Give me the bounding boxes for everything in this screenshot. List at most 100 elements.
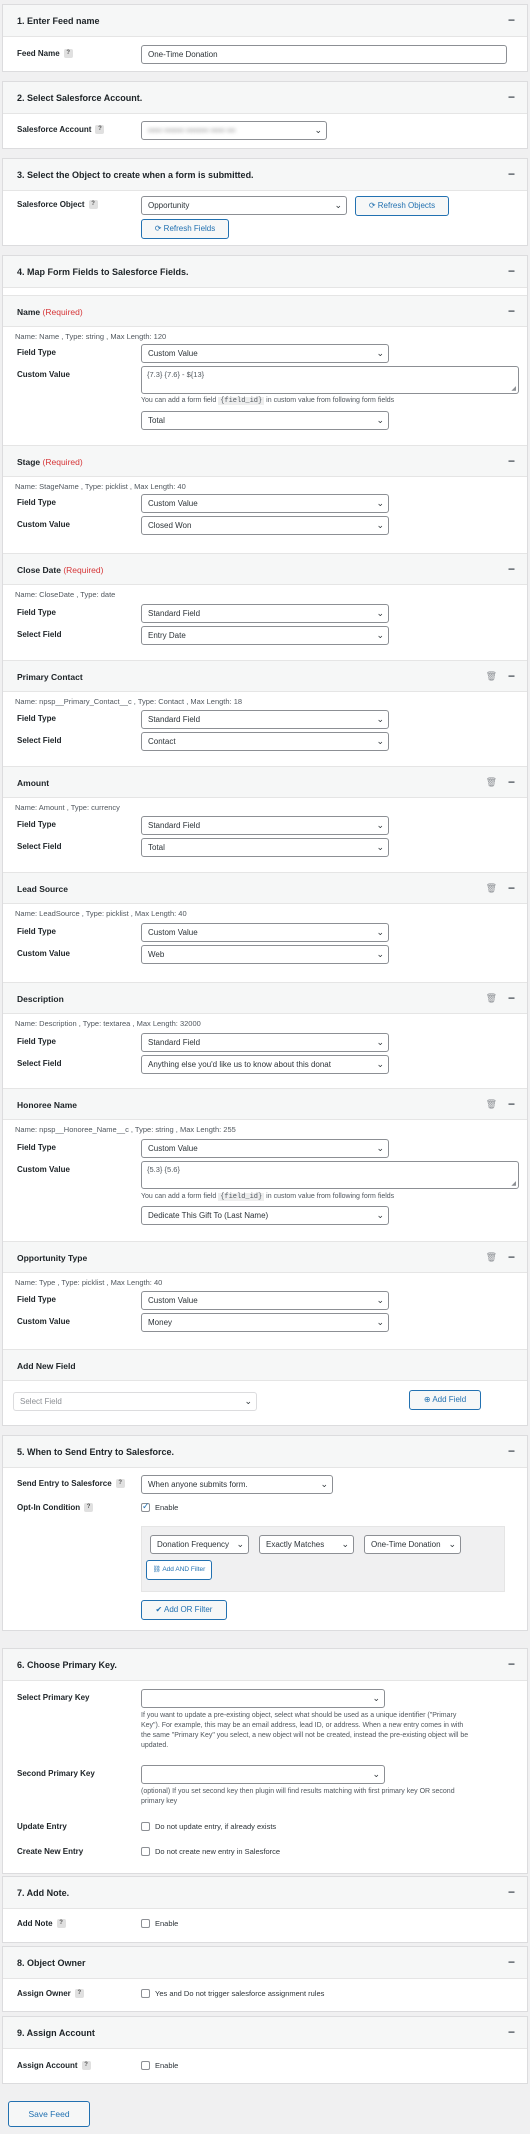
trash-icon[interactable]: 🗑 — [486, 1099, 497, 1110]
salesforce-object-label: Salesforce Object? — [17, 200, 98, 210]
help-icon[interactable]: ? — [74, 1989, 84, 1999]
field-type-select[interactable]: Custom Value ⌄ — [141, 344, 389, 363]
field-header-honoree-name[interactable]: Honoree Name 🗑 − — [3, 1088, 527, 1120]
section-header[interactable]: 5. When to Send Entry to Salesforce. − — [3, 1436, 527, 1468]
collapse-icon[interactable]: − — [508, 562, 515, 576]
section-header[interactable]: 6. Choose Primary Key. − — [3, 1649, 527, 1681]
section-header[interactable]: 7. Add Note. − — [3, 1877, 527, 1909]
collapse-icon[interactable]: − — [508, 775, 515, 789]
collapse-icon[interactable]: − — [508, 265, 515, 277]
collapse-icon[interactable]: − — [508, 1886, 515, 1898]
create-entry-checkbox[interactable] — [141, 1847, 150, 1856]
collapse-icon[interactable]: − — [508, 1658, 515, 1670]
trash-icon[interactable]: 🗑 — [486, 883, 497, 894]
field-header-lead-source[interactable]: Lead Source 🗑 − — [3, 872, 527, 904]
save-feed-button[interactable]: Save Feed — [8, 2101, 90, 2127]
collapse-icon[interactable]: − — [508, 91, 515, 103]
field-header-stage[interactable]: Stage (Required) − — [3, 445, 527, 477]
section-header[interactable]: 2. Select Salesforce Account. − — [3, 82, 527, 114]
update-entry-checkbox[interactable] — [141, 1822, 150, 1831]
custom-value-select[interactable]: Closed Won ⌄ — [141, 516, 389, 535]
help-icon[interactable]: ? — [63, 49, 73, 59]
section-header[interactable]: 1. Enter Feed name − — [3, 5, 527, 37]
field-type-select[interactable]: Custom Value ⌄ — [141, 923, 389, 942]
custom-value-textarea[interactable]: {7.3} {7.6} - ${13} ◢ — [141, 366, 519, 394]
assign-account-checkbox[interactable] — [141, 2061, 150, 2070]
field-type-select[interactable]: Custom Value ⌄ — [141, 494, 389, 513]
trash-icon[interactable]: 🗑 — [486, 777, 497, 788]
field-header-description[interactable]: Description 🗑 − — [3, 982, 527, 1014]
help-icon[interactable]: ? — [115, 1479, 125, 1489]
filter-field-select[interactable]: Donation Frequency ⌄ — [150, 1535, 249, 1554]
field-header-opportunity-type[interactable]: Opportunity Type 🗑 − — [3, 1241, 527, 1273]
primary-key-hint: If you want to update a pre-existing obj… — [141, 1712, 469, 1749]
refresh-fields-button[interactable]: ⟳ Refresh Fields — [141, 219, 229, 239]
optin-enable-checkbox[interactable] — [141, 1501, 150, 1512]
filter-operator-select[interactable]: Exactly Matches ⌄ — [259, 1535, 354, 1554]
field-type-select[interactable]: Standard Field ⌄ — [141, 710, 389, 729]
collapse-icon[interactable]: − — [508, 14, 515, 26]
standard-field-select[interactable]: Contact ⌄ — [141, 732, 389, 751]
form-field-select[interactable]: Total ⌄ — [141, 411, 389, 430]
custom-value-textarea[interactable]: {5.3} {5.6} ◢ — [141, 1161, 519, 1189]
collapse-icon[interactable]: − — [508, 1097, 515, 1111]
add-field-button[interactable]: ⊕ Add Field — [409, 1390, 481, 1410]
refresh-objects-button[interactable]: ⟳ Refresh Objects — [355, 196, 449, 216]
collapse-icon[interactable]: − — [508, 881, 515, 895]
help-icon[interactable]: ? — [88, 200, 98, 210]
send-entry-select[interactable]: When anyone submits form. ⌄ — [141, 1475, 333, 1494]
trash-icon[interactable]: 🗑 — [486, 671, 497, 682]
section-header[interactable]: 9. Assign Account − — [3, 2017, 527, 2049]
help-icon[interactable]: ? — [95, 125, 105, 135]
collapse-icon[interactable]: − — [508, 2026, 515, 2038]
new-field-select[interactable]: Select Field ⌄ — [13, 1392, 257, 1411]
field-header-primary-contact[interactable]: Primary Contact 🗑 − — [3, 660, 527, 692]
collapse-icon[interactable]: − — [508, 1956, 515, 1968]
field-type-select[interactable]: Custom Value ⌄ — [141, 1291, 389, 1310]
collapse-icon[interactable]: − — [508, 1250, 515, 1264]
field-type-label: Field Type — [17, 1295, 56, 1304]
section-header[interactable]: 4. Map Form Fields to Salesforce Fields.… — [3, 256, 527, 288]
collapse-icon[interactable]: − — [508, 454, 515, 468]
field-type-select[interactable]: Standard Field ⌄ — [141, 1033, 389, 1052]
collapse-icon[interactable]: − — [508, 304, 515, 318]
help-icon[interactable]: ? — [56, 1919, 66, 1929]
field-type-select[interactable]: Custom Value ⌄ — [141, 1139, 389, 1158]
help-icon[interactable]: ? — [84, 1503, 94, 1513]
custom-value-select[interactable]: Money ⌄ — [141, 1313, 389, 1332]
standard-field-select[interactable]: Entry Date ⌄ — [141, 626, 389, 645]
salesforce-object-select[interactable]: Opportunity ⌄ — [141, 196, 347, 215]
trash-icon[interactable]: 🗑 — [486, 1252, 497, 1263]
section-feed-name: 1. Enter Feed name − Feed Name? One-Time… — [2, 4, 528, 72]
add-or-filter-button[interactable]: ✔ Add OR Filter — [141, 1600, 227, 1620]
custom-value-select[interactable]: Web ⌄ — [141, 945, 389, 964]
field-header-close-date[interactable]: Close Date (Required) − — [3, 553, 527, 585]
field-header-amount[interactable]: Amount 🗑 − — [3, 766, 527, 798]
trash-icon[interactable]: 🗑 — [486, 993, 497, 1004]
link-icon: ⛓ — [152, 1566, 163, 1573]
section-header[interactable]: 3. Select the Object to create when a fo… — [3, 159, 527, 191]
collapse-icon[interactable]: − — [508, 991, 515, 1005]
collapse-icon[interactable]: − — [508, 1445, 515, 1457]
filter-value-select[interactable]: One-Time Donation ⌄ — [364, 1535, 461, 1554]
add-note-label: Add Note? — [17, 1919, 66, 1929]
standard-field-select[interactable]: Total ⌄ — [141, 838, 389, 857]
salesforce-account-select[interactable]: ••••• ••••••• •••••••• ••••• ••• ⌄ — [141, 121, 327, 140]
add-and-filter-button[interactable]: ⛓ Add AND Filter — [146, 1560, 212, 1580]
field-type-select[interactable]: Standard Field ⌄ — [141, 816, 389, 835]
help-icon[interactable]: ? — [81, 2061, 91, 2071]
feed-name-input[interactable]: One-Time Donation — [141, 45, 507, 64]
field-header-name[interactable]: Name (Required) − — [3, 295, 527, 327]
collapse-icon[interactable]: − — [508, 669, 515, 683]
field-type-select[interactable]: Standard Field ⌄ — [141, 604, 389, 623]
section-header[interactable]: 8. Object Owner − — [3, 1947, 527, 1979]
primary-key-select[interactable]: ⌄ — [141, 1689, 385, 1708]
add-note-checkbox[interactable] — [141, 1919, 150, 1928]
feed-name-label: Feed Name? — [17, 49, 73, 59]
form-field-select[interactable]: Dedicate This Gift To (Last Name) ⌄ — [141, 1206, 389, 1225]
chevron-down-icon: ⌄ — [376, 630, 384, 640]
assign-owner-checkbox[interactable] — [141, 1989, 150, 1998]
standard-field-select[interactable]: Anything else you'd like us to know abou… — [141, 1055, 389, 1074]
second-primary-key-select[interactable]: ⌄ — [141, 1765, 385, 1784]
collapse-icon[interactable]: − — [508, 168, 515, 180]
